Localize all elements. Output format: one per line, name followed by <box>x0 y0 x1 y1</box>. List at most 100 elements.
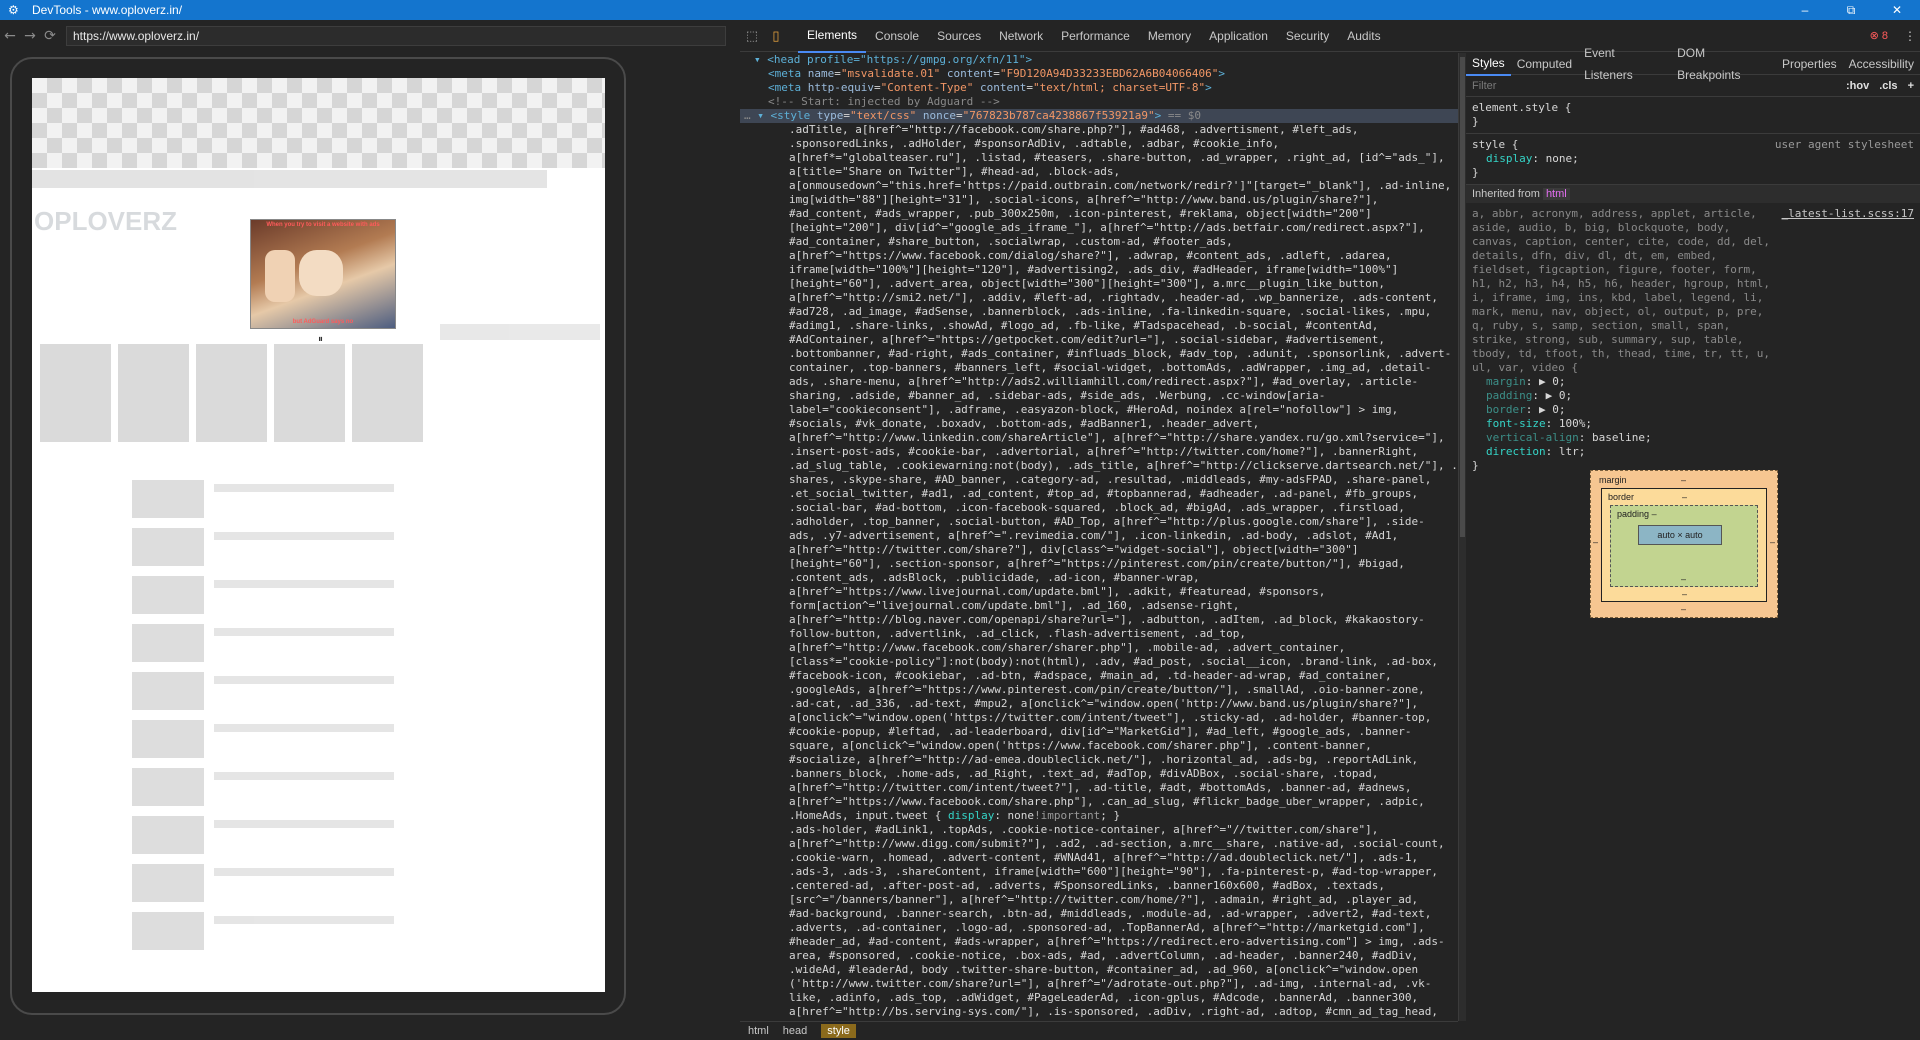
list-item <box>132 720 552 760</box>
minimize-button[interactable]: – <box>1782 3 1828 17</box>
maximize-button[interactable]: ⧉ <box>1828 3 1874 18</box>
box-border-label: border <box>1608 492 1635 502</box>
tab-styles[interactable]: Styles <box>1466 52 1511 76</box>
user-agent-rule[interactable]: style {user agent stylesheet display: no… <box>1466 134 1920 185</box>
style-text-line: .social-bar, #ad-bottom, .icon-facebook-… <box>789 501 1405 514</box>
window-title: DevTools - www.oploverz.in/ <box>32 3 183 17</box>
page-viewport[interactable]: OPLOVERZ When you try to visit a website… <box>32 78 605 992</box>
style-text-line: #ad728, .ad_image, #adSense, .bannerbloc… <box>789 305 1432 318</box>
css-property[interactable]: margin: ▶ 0; <box>1472 375 1914 389</box>
tab-security[interactable]: Security <box>1277 20 1338 52</box>
style-text-line: a[href^="http://www.digg.com/submit?"], … <box>789 837 1445 850</box>
tab-application[interactable]: Application <box>1200 20 1277 52</box>
style-text-line: .bottombanner, #ad-right, #ads_container… <box>789 347 1452 360</box>
style-text-line: a[href^="http://www.facebook.com/sharer/… <box>789 641 1346 654</box>
tab-computed[interactable]: Computed <box>1511 53 1578 75</box>
css-property[interactable]: display: none; <box>1472 152 1914 166</box>
list-item <box>132 912 552 952</box>
property-value: ltr; <box>1558 445 1586 458</box>
tab-accessibility[interactable]: Accessibility <box>1843 53 1920 75</box>
style-text-line: sharing, .adside, #banner_ad, .sidebar-a… <box>789 389 1326 402</box>
css-property[interactable]: direction: ltr; <box>1472 445 1914 459</box>
inspect-element-icon[interactable]: ⬚ <box>740 28 764 44</box>
box-content: auto × auto <box>1638 525 1722 545</box>
style-text-line: ads, .y7-advertisement, a[href^=".revime… <box>789 529 1399 542</box>
scrollbar-thumb[interactable] <box>1460 57 1465 537</box>
inherited-rule[interactable]: a, abbr, acronym, address, applet, artic… <box>1466 203 1920 477</box>
style-text-line: .banners_block, .home-ads, .ad_Right, .t… <box>789 767 1379 780</box>
tab-performance[interactable]: Performance <box>1052 20 1139 52</box>
style-text-line: .HomeAds, input.tweet { display: none!im… <box>789 809 1121 822</box>
style-text-line: [height="200"], div[id^="google_ads_ifra… <box>789 221 1425 234</box>
tab-memory[interactable]: Memory <box>1139 20 1200 52</box>
list-item <box>132 672 552 712</box>
style-text-line: a[href^="http://twitter.com/intent/tweet… <box>789 781 1412 794</box>
rule-source-link[interactable]: _latest-list.scss:17 <box>1782 207 1914 375</box>
tab-sources[interactable]: Sources <box>928 20 990 52</box>
style-text-line: shares, .skype-share, #AD_banner, .categ… <box>789 473 1432 486</box>
error-count: 8 <box>1881 30 1888 42</box>
css-property[interactable]: border: ▶ 0; <box>1472 403 1914 417</box>
elements-tree[interactable]: ▾ <head profile="https://gmpg.org/xfn/11… <box>740 53 1458 1021</box>
elements-scrollbar[interactable] <box>1458 53 1466 1021</box>
device-toolbar-icon[interactable]: ▯ <box>764 28 788 44</box>
more-options-icon[interactable]: ⋮ <box>1900 29 1920 43</box>
margin-top-value: – <box>1681 475 1687 485</box>
margin-left-value: – <box>1593 537 1599 547</box>
url-input[interactable]: https://www.oploverz.in/ <box>66 26 726 46</box>
property-name: display <box>1486 152 1533 165</box>
close-button[interactable]: ✕ <box>1874 3 1920 17</box>
new-rule-button[interactable]: + <box>1908 80 1914 92</box>
dom-node-head[interactable]: ▾ <head profile="https://gmpg.org/xfn/11… <box>740 53 1458 67</box>
element-style-selector: element.style { <box>1472 101 1572 114</box>
meta-content-value: text/html; charset=UTF-8 <box>1039 81 1199 94</box>
style-text-line: a[href^="http://smi2.net/"], .addiv, #le… <box>789 291 1439 304</box>
tab-console[interactable]: Console <box>866 20 928 52</box>
hover-state-toggle[interactable]: :hov <box>1846 80 1869 92</box>
dom-node-comment[interactable]: <!-- Start: injected by Adguard --> <box>740 95 1458 109</box>
box-margin-label: margin <box>1599 475 1627 485</box>
back-button[interactable]: ← <box>0 28 20 44</box>
dom-node-style-selected[interactable]: … ▾ <style type="text/css" nonce="767823… <box>740 109 1458 123</box>
style-text-content: .adTitle, a[href^="http://facebook.com/s… <box>740 123 1458 1019</box>
hidden-area-checkerboard <box>32 78 605 168</box>
style-text-line: .adholder, .top_banner, .social-button, … <box>789 515 1425 528</box>
tab-audits[interactable]: Audits <box>1338 20 1389 52</box>
style-text-line: a[href^="http://twitter.com/share?"], di… <box>789 543 1359 556</box>
css-property[interactable]: vertical-align: baseline; <box>1472 431 1914 445</box>
style-text-line: #adimg1, .share-links, .showAd, #logo_ad… <box>789 319 1379 332</box>
dom-node-meta[interactable]: <meta name="msvalidate.01" content="F9D1… <box>740 67 1458 81</box>
rule-close: } <box>1472 166 1479 179</box>
style-text-line: label="cookieconsent"], .adframe, .easya… <box>789 403 1399 416</box>
box-model-diagram[interactable]: margin – – – – border – – padding – – au… <box>1590 470 1778 618</box>
css-property[interactable]: padding: ▶ 0; <box>1472 389 1914 403</box>
property-name: direction <box>1486 445 1546 458</box>
class-toggle[interactable]: .cls <box>1879 80 1897 92</box>
devtools-app-icon: ⚙ <box>8 3 19 17</box>
error-icon: ⊗ <box>1869 30 1879 42</box>
style-text-line: .insert-post-ads, #cookie-bar, .advertor… <box>789 445 1419 458</box>
pause-icon[interactable]: ⏸ <box>318 334 323 345</box>
inherited-tag[interactable]: html <box>1542 188 1570 200</box>
breadcrumb-html[interactable]: html <box>748 1025 769 1037</box>
tab-network[interactable]: Network <box>990 20 1052 52</box>
reload-button[interactable]: ⟳ <box>40 28 60 44</box>
breadcrumb-head[interactable]: head <box>783 1025 807 1037</box>
style-text-line: a[href*="globalteaser.ru"], .listad, #te… <box>789 151 1445 164</box>
error-counter[interactable]: ⊗ 8 <box>1870 29 1888 42</box>
meta-name-value: msvalidate.01 <box>847 67 934 80</box>
style-text-line: #cookie-popup, #leftad, .ad-leaderboard,… <box>789 725 1412 738</box>
tab-elements[interactable]: Elements <box>798 19 867 53</box>
forward-button[interactable]: → <box>20 28 40 44</box>
tab-properties[interactable]: Properties <box>1776 53 1843 75</box>
head-tag: <head profile="https://gmpg.org/xfn/11"> <box>767 53 1033 66</box>
adguard-meme-image: When you try to visit a website with ads… <box>250 219 396 329</box>
style-text-line: .content_ads, .adsBlock, .publicidade, .… <box>789 571 1200 584</box>
style-text-line: #ad_content, #ads_wrapper, .pub_300x250m… <box>789 207 1372 220</box>
styles-filter-input[interactable]: Filter <box>1472 80 1836 92</box>
css-property[interactable]: font-size: 100%; <box>1472 417 1914 431</box>
dom-node-meta[interactable]: <meta http-equiv="Content-Type" content=… <box>740 81 1458 95</box>
property-value: baseline; <box>1591 431 1652 444</box>
breadcrumb-style[interactable]: style <box>821 1024 856 1038</box>
element-style-rule[interactable]: element.style { } <box>1466 97 1920 134</box>
